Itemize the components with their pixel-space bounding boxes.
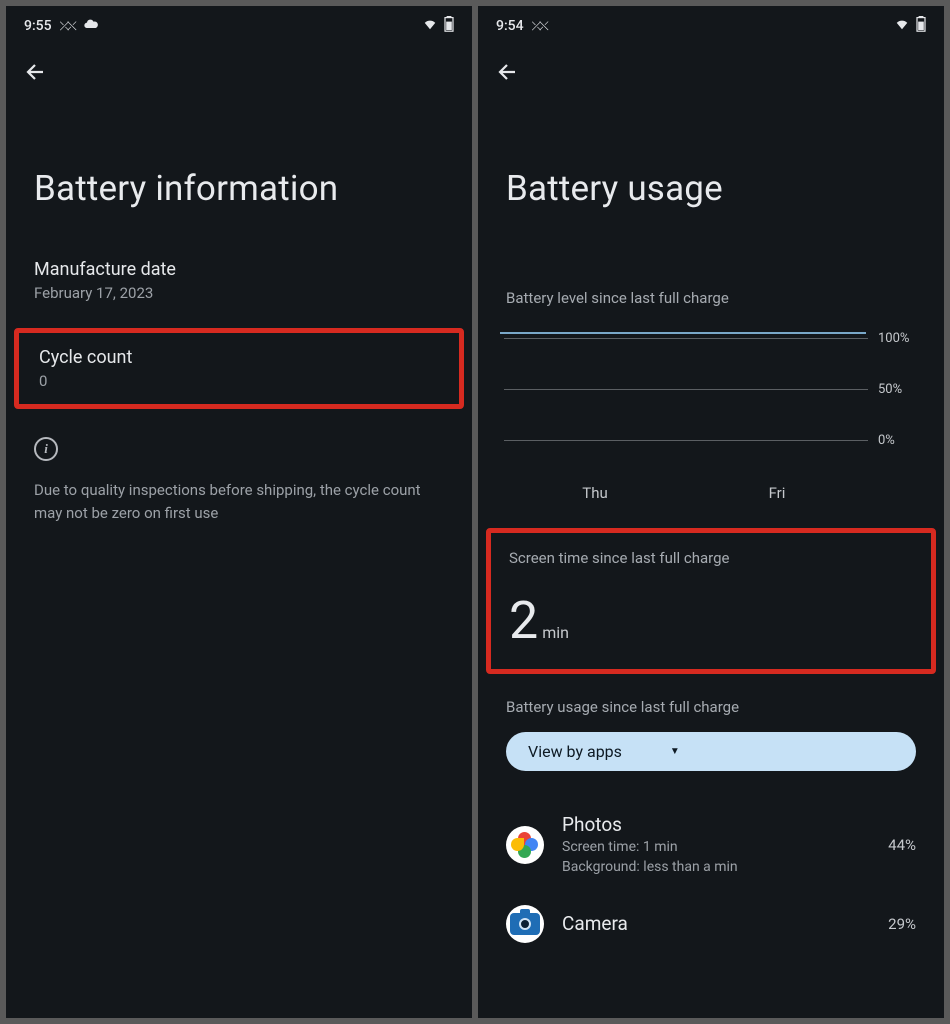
screen-time-value: 2 <box>509 595 538 647</box>
cloud-icon <box>83 16 99 36</box>
manufacture-date-row: Manufacture date February 17, 2023 <box>6 259 472 328</box>
back-button[interactable] <box>496 69 520 88</box>
chart-label: Battery level since last full charge <box>478 259 944 321</box>
app-sub-line1: Screen time: 1 min <box>562 838 870 858</box>
wifi-icon <box>422 17 438 35</box>
cycle-count-value: 0 <box>39 372 439 390</box>
phone-right: 9:54 ⤫⤬ Battery usage Battery level sinc… <box>478 6 944 1018</box>
info-icon: i <box>34 437 58 461</box>
page-title: Battery information <box>6 88 472 259</box>
battery-status-icon <box>444 16 454 36</box>
x-tick-thu: Thu <box>504 484 686 502</box>
phone-left: 9:55 ⤫⤬ Battery information Manufacture … <box>6 6 472 1018</box>
screen-time-label: Screen time since last full charge <box>509 549 913 567</box>
y-tick-100: 100% <box>878 331 918 346</box>
cycle-count-label: Cycle count <box>39 347 439 368</box>
page-title: Battery usage <box>478 88 944 259</box>
y-tick-0: 0% <box>878 433 918 448</box>
manufacture-value: February 17, 2023 <box>34 284 444 302</box>
manufacture-label: Manufacture date <box>34 259 444 280</box>
view-by-apps-chip[interactable]: View by apps ▼ <box>506 732 916 771</box>
screen-time-highlight: Screen time since last full charge 2 min <box>486 528 936 674</box>
status-time: 9:54 <box>496 18 524 34</box>
cycle-count-note: Due to quality inspections before shippi… <box>6 469 472 524</box>
battery-chart: 100% 50% 0% Thu Fri <box>478 321 944 502</box>
status-bar: 9:54 ⤫⤬ <box>478 6 944 38</box>
status-time: 9:55 <box>24 18 52 34</box>
photos-icon <box>506 826 544 864</box>
app-percent: 29% <box>888 915 916 933</box>
camera-icon <box>506 905 544 943</box>
chevron-down-icon: ▼ <box>670 746 680 757</box>
chip-label: View by apps <box>528 742 622 761</box>
cycle-count-highlight: Cycle count 0 <box>14 328 464 409</box>
app-percent: 44% <box>888 836 916 854</box>
shuffle-icon: ⤫⤬ <box>60 19 75 34</box>
app-row-photos[interactable]: Photos Screen time: 1 min Background: le… <box>478 799 944 891</box>
usage-section-label: Battery usage since last full charge <box>478 684 944 732</box>
app-name: Photos <box>562 813 870 836</box>
app-row-camera[interactable]: Camera 29% <box>478 891 944 957</box>
battery-status-icon <box>916 16 926 36</box>
x-tick-fri: Fri <box>686 484 868 502</box>
shuffle-icon: ⤫⤬ <box>532 19 547 34</box>
app-sub-line2: Background: less than a min <box>562 858 870 878</box>
app-name: Camera <box>562 912 870 935</box>
wifi-icon <box>894 17 910 35</box>
y-tick-50: 50% <box>878 382 918 397</box>
back-button[interactable] <box>24 69 48 88</box>
screen-time-unit: min <box>542 623 569 642</box>
chart-line-series <box>500 332 866 334</box>
status-bar: 9:55 ⤫⤬ <box>6 6 472 38</box>
